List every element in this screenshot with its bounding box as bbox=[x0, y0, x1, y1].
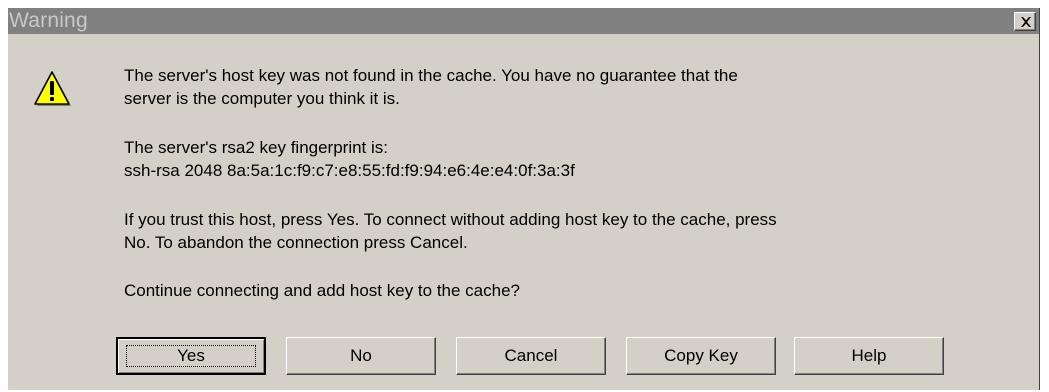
warning-dialog: Warning The server's host key was not fo… bbox=[8, 8, 1040, 390]
warning-triangle-icon bbox=[34, 71, 71, 106]
message-line: No. To abandon the connection press Canc… bbox=[124, 233, 468, 252]
help-button[interactable]: Help bbox=[794, 337, 944, 375]
no-button[interactable]: No bbox=[286, 337, 436, 375]
fingerprint-value: ssh-rsa 2048 8a:5a:1c:f9:c7:e8:55:fd:f9:… bbox=[124, 161, 575, 180]
copy-key-button[interactable]: Copy Key bbox=[626, 337, 776, 375]
cancel-button[interactable]: Cancel bbox=[456, 337, 606, 375]
close-button[interactable] bbox=[1014, 12, 1036, 31]
yes-button-label: Yes bbox=[177, 346, 205, 365]
yes-button[interactable]: Yes bbox=[116, 337, 266, 375]
message-line: The server's host key was not found in t… bbox=[124, 66, 738, 85]
title-bar[interactable]: Warning bbox=[8, 8, 1039, 34]
message-line: If you trust this host, press Yes. To co… bbox=[124, 210, 777, 229]
prompt-question: Continue connecting and add host key to … bbox=[124, 281, 521, 300]
dialog-title: Warning bbox=[9, 9, 88, 32]
fingerprint-label: The server's rsa2 key fingerprint is: bbox=[124, 138, 389, 157]
message-line: server is the computer you think it is. bbox=[124, 89, 400, 108]
close-icon bbox=[1021, 17, 1031, 27]
